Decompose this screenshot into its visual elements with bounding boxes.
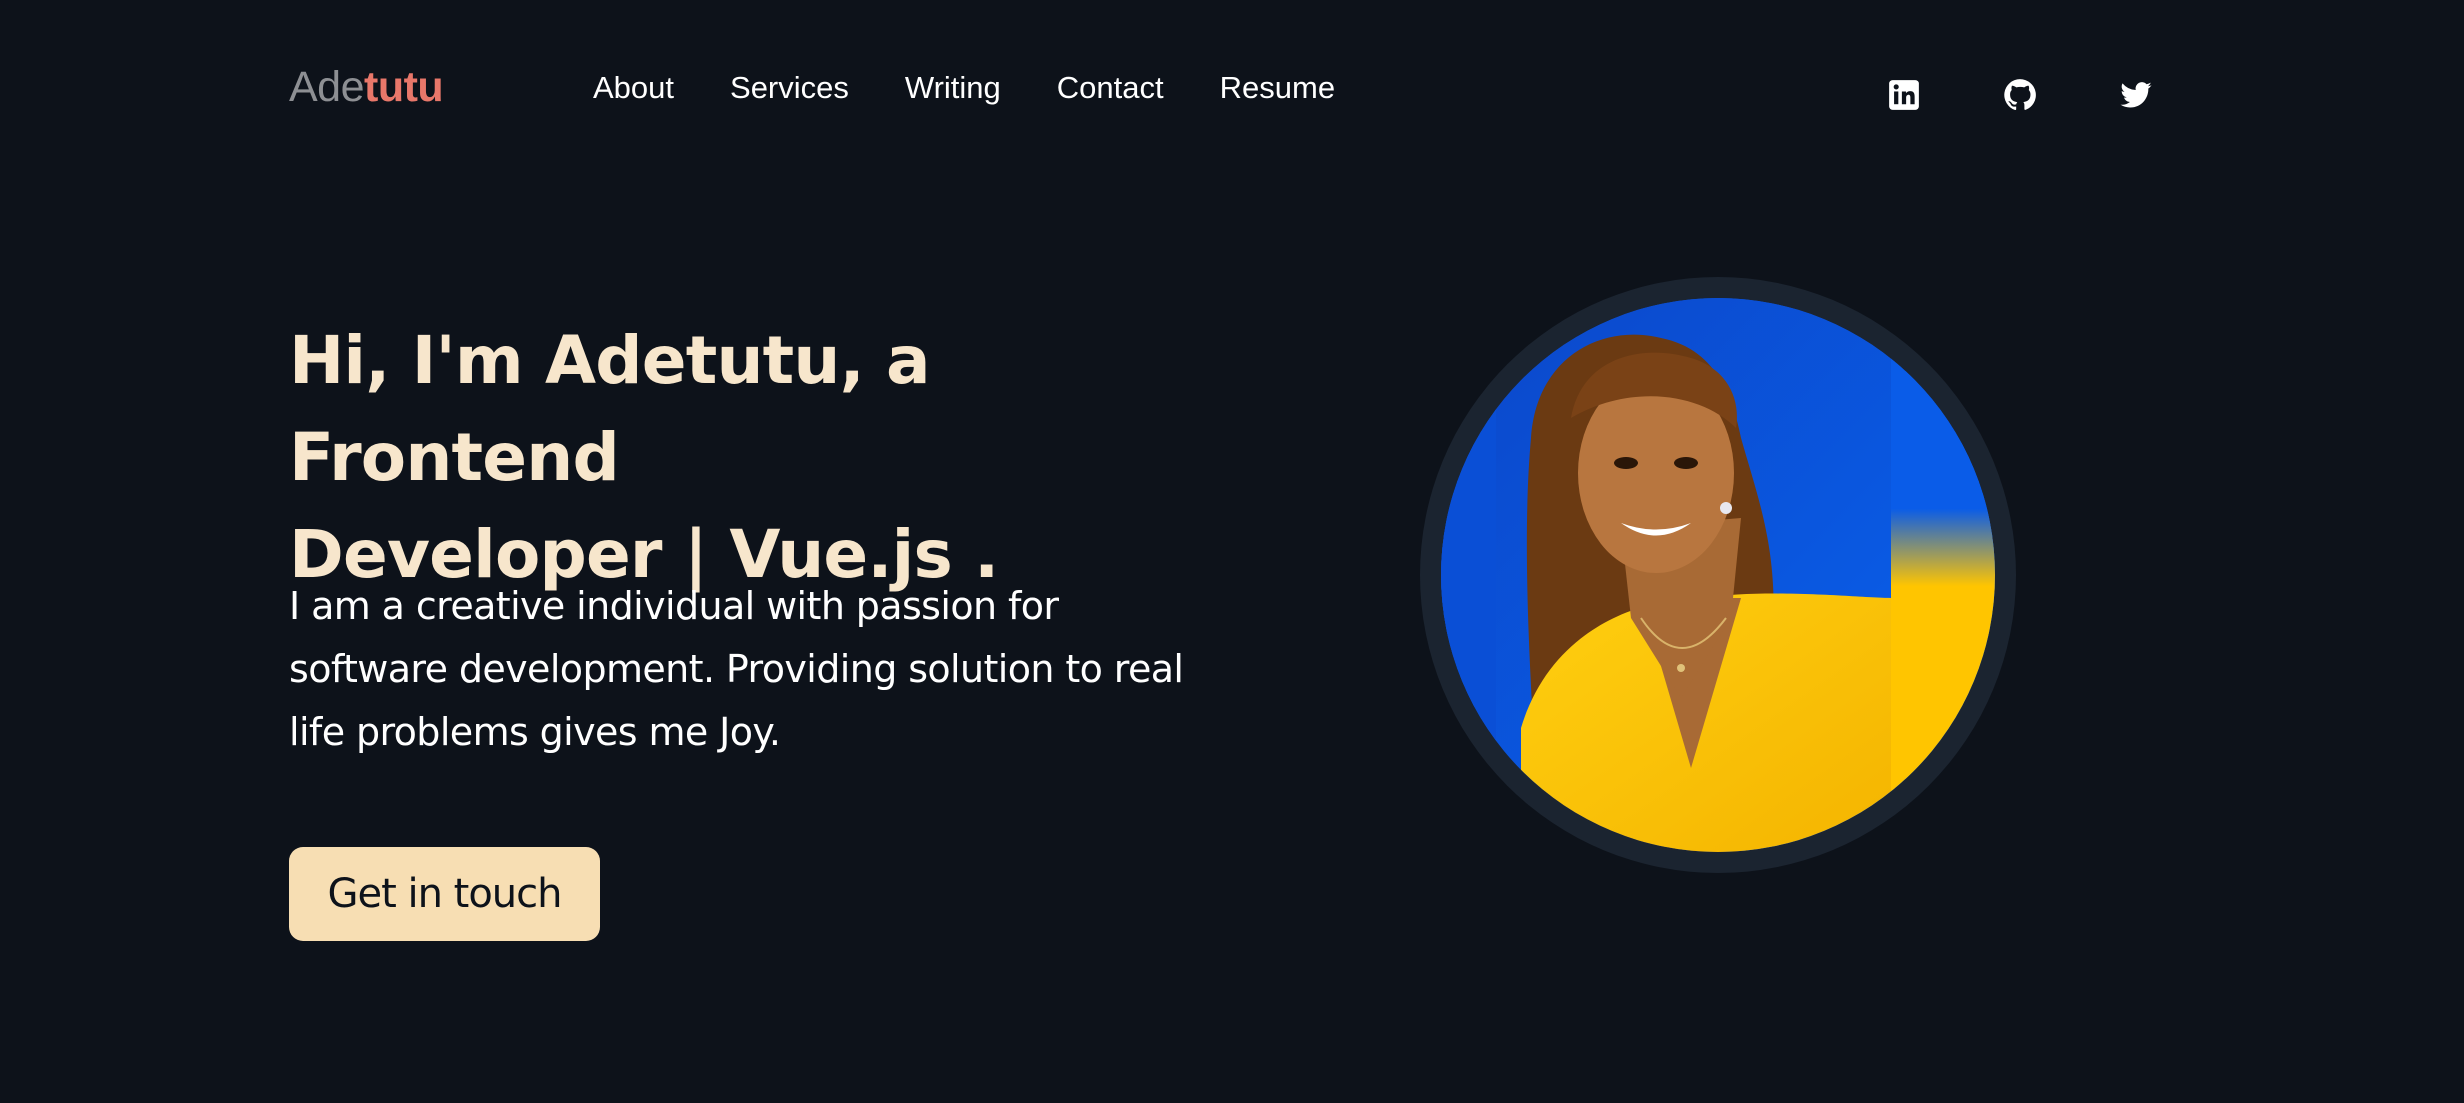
logo-second: tutu — [364, 63, 444, 111]
hero-title-line1: Hi, I'm Adetutu, a Frontend — [289, 322, 931, 496]
github-icon[interactable] — [2003, 78, 2037, 112]
nav-resume[interactable]: Resume — [1220, 72, 1335, 103]
logo[interactable]: Adetutu — [289, 63, 444, 111]
nav-about[interactable]: About — [593, 72, 674, 103]
nav-writing[interactable]: Writing — [905, 72, 1001, 103]
logo-first: Ade — [289, 63, 365, 111]
main-nav: About Services Writing Contact Resume — [593, 72, 1335, 103]
nav-contact[interactable]: Contact — [1057, 72, 1164, 103]
nav-services[interactable]: Services — [730, 72, 849, 103]
twitter-icon[interactable] — [2119, 78, 2153, 112]
site-header: Adetutu About Services Writing Contact R… — [289, 58, 2152, 128]
social-links — [1887, 78, 2153, 112]
profile-photo — [1441, 298, 1995, 852]
profile-photo-illustration — [1441, 298, 1995, 852]
hero-title: Hi, I'm Adetutu, a Frontend Developer | … — [289, 312, 1249, 603]
page: Adetutu About Services Writing Contact R… — [0, 0, 2464, 1103]
hero-description: I am a creative individual with passion … — [289, 584, 1184, 754]
get-in-touch-button[interactable]: Get in touch — [289, 847, 600, 941]
linkedin-icon[interactable] — [1887, 78, 1921, 112]
